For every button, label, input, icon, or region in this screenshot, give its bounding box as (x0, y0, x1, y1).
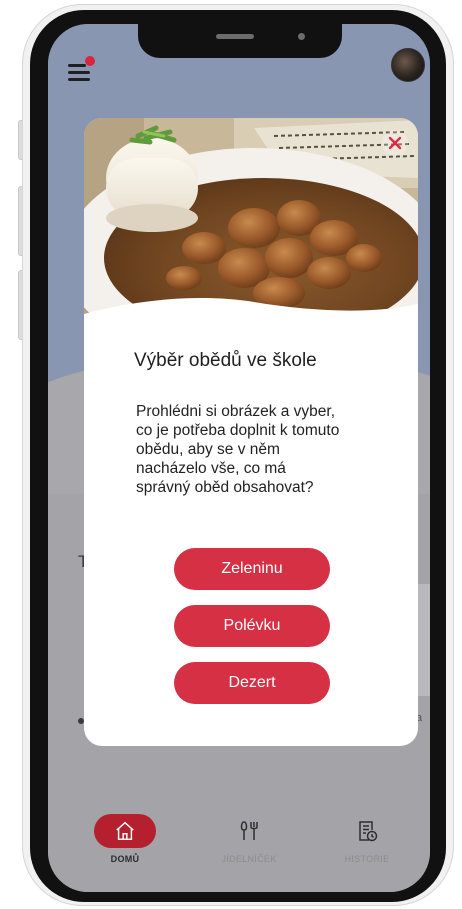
fork-knife-icon (240, 821, 258, 840)
modal-title: Výběr obědů ve škole (134, 350, 317, 371)
front-camera (298, 33, 305, 40)
modal-question: Prohlédni si obrázek a vyber, co je potř… (136, 403, 340, 496)
home-icon (116, 821, 134, 840)
nav-label-history: HISTORIE (344, 854, 390, 864)
speaker-grille (216, 34, 254, 39)
phone-notch (138, 24, 342, 58)
history-document-icon (359, 821, 378, 842)
close-button[interactable] (382, 130, 408, 156)
nav-label-menu: JÍDELNÍČEK (221, 854, 277, 864)
hamburger-menu-icon[interactable] (68, 56, 95, 84)
lunch-photo (84, 118, 418, 328)
nav-menu-pill[interactable] (218, 814, 280, 848)
option-dessert-button[interactable]: Dezert (174, 662, 330, 704)
option-vegetables-button[interactable]: Zeleninu (174, 548, 330, 590)
nav-item-home[interactable]: DOMŮ (70, 814, 180, 864)
nav-history-pill[interactable] (336, 814, 398, 848)
option-soup-button[interactable]: Polévku (174, 605, 330, 647)
close-icon (388, 136, 402, 150)
nav-label-home: DOMŮ (110, 854, 140, 864)
nav-item-history[interactable]: HISTORIE (312, 814, 422, 864)
bottom-navigation: DOMŮ JÍDELNÍČEK HISTORIE (48, 814, 430, 874)
lunch-choice-modal: Výběr obědů ve škole Prohlédni si obráze… (84, 118, 418, 746)
notification-dot-icon (85, 56, 95, 66)
nav-item-menu[interactable]: JÍDELNÍČEK (194, 814, 304, 864)
user-avatar[interactable] (391, 48, 425, 82)
nav-home-pill[interactable] (94, 814, 156, 848)
